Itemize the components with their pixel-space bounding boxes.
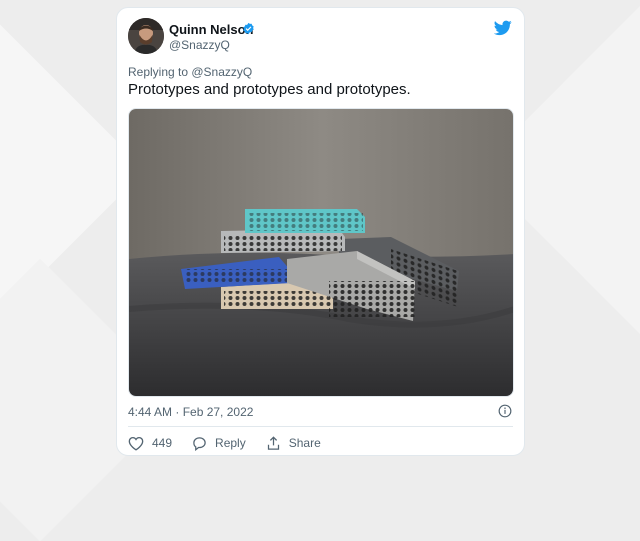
like-count: 449 — [152, 436, 173, 450]
replying-to-label[interactable]: Replying to @SnazzyQ — [128, 65, 252, 79]
tweet-card: Quinn Nelson @SnazzyQ Replying to @Snazz… — [116, 7, 525, 456]
share-icon — [267, 435, 279, 450]
share-button[interactable]: Share — [266, 435, 321, 451]
share-label: Share — [288, 436, 321, 450]
twitter-bird-icon[interactable] — [494, 20, 512, 36]
tweet-timestamp[interactable]: 4:44 AM · Feb 27, 2022 — [128, 405, 253, 419]
verified-badge-icon — [243, 22, 254, 35]
tweet-text: Prototypes and prototypes and prototypes… — [128, 81, 411, 98]
like-button[interactable]: 449 — [128, 436, 172, 451]
heart-icon — [128, 436, 144, 451]
tweet-actions: 449 Reply Share — [128, 434, 341, 452]
reply-icon — [193, 436, 206, 451]
tweet-photo[interactable] — [128, 108, 514, 397]
reply-label: Reply — [215, 436, 246, 450]
author-handle[interactable]: @SnazzyQ — [169, 38, 230, 52]
avatar[interactable] — [128, 18, 164, 54]
author-name[interactable]: Quinn Nelson — [169, 22, 254, 37]
reply-button[interactable]: Reply — [192, 436, 246, 451]
divider — [128, 426, 513, 427]
info-icon[interactable] — [498, 404, 512, 418]
